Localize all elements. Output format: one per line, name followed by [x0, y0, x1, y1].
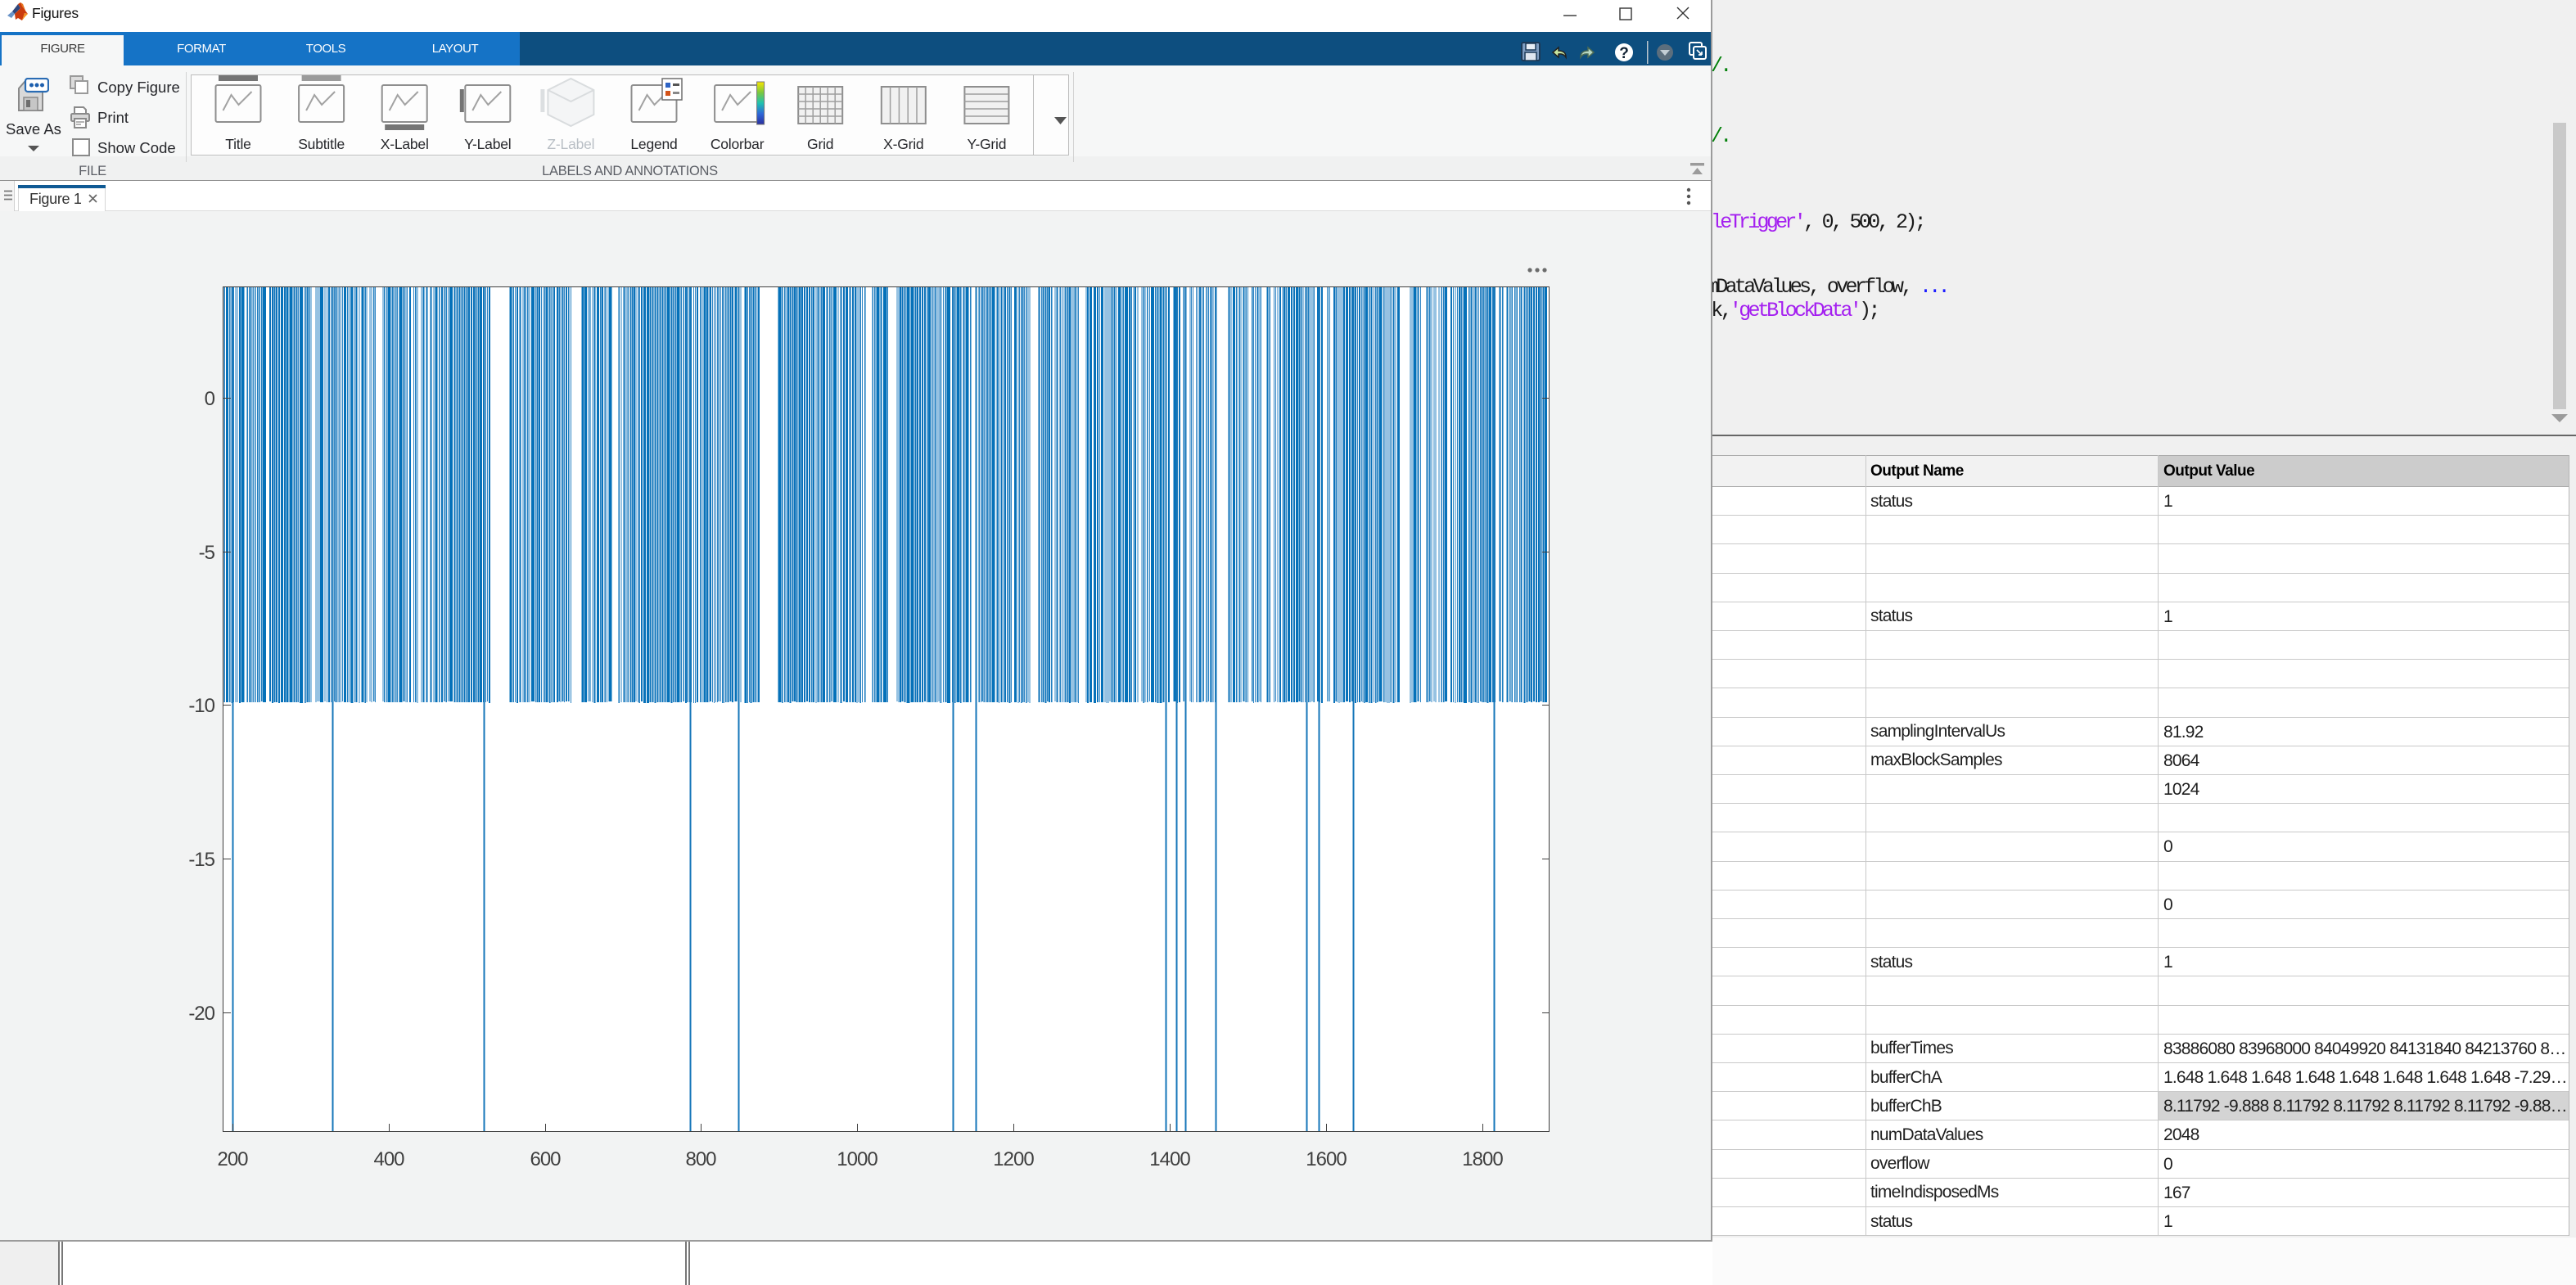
svg-text:1200: 1200 [993, 1148, 1034, 1170]
svg-text:-15: -15 [188, 849, 214, 871]
svg-text:-20: -20 [188, 1003, 214, 1025]
svg-text:600: 600 [530, 1148, 561, 1170]
svg-text:0: 0 [205, 388, 215, 410]
svg-text:200: 200 [217, 1148, 248, 1170]
svg-text:800: 800 [685, 1148, 716, 1170]
svg-text:1800: 1800 [1462, 1148, 1503, 1170]
svg-text:1000: 1000 [837, 1148, 877, 1170]
svg-text:400: 400 [373, 1148, 404, 1170]
svg-text:-10: -10 [188, 695, 214, 717]
svg-text:1400: 1400 [1149, 1148, 1190, 1170]
svg-text:1600: 1600 [1306, 1148, 1347, 1170]
svg-text:-5: -5 [199, 542, 215, 564]
